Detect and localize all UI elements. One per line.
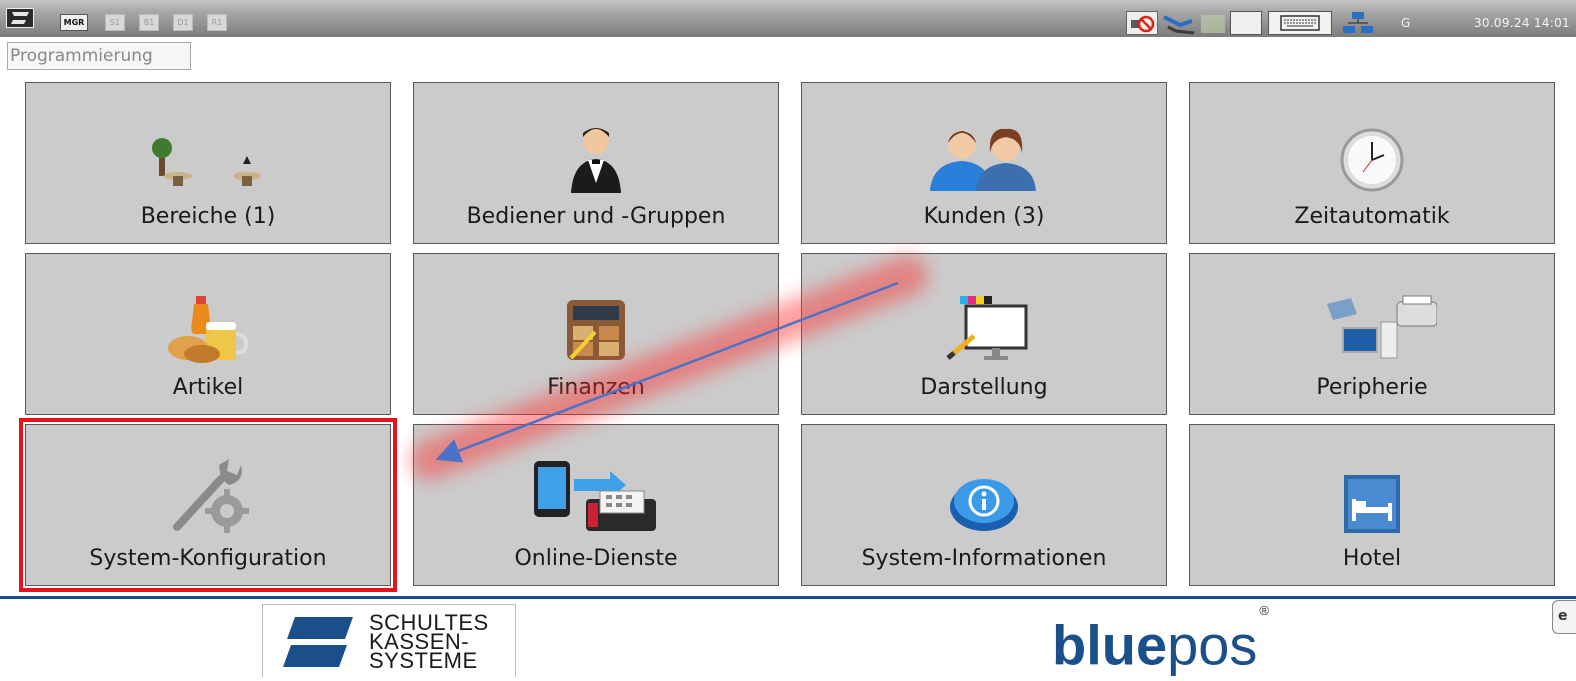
signal-icon: [1198, 11, 1228, 35]
tile-darstellung[interactable]: Darstellung: [801, 253, 1167, 415]
tile-zeitautomatik[interactable]: Zeitautomatik: [1189, 82, 1555, 244]
tile-label: Artikel: [172, 375, 244, 400]
tile-system-informationen[interactable]: System-Informationen: [801, 424, 1167, 586]
tile-hotel[interactable]: Hotel: [1189, 424, 1555, 586]
brand-bold: blue: [1052, 613, 1168, 677]
tile-kunden[interactable]: Kunden (3): [801, 82, 1167, 244]
registered-mark: ®: [1259, 603, 1270, 618]
status-bar: MGR S1 B1 D1 R1 G 30.09.24 14:01: [0, 0, 1576, 37]
phone-fax-icon: [414, 461, 778, 535]
date-time: 30.09.24 14:01: [1473, 16, 1570, 30]
svg-text:e: e: [1558, 608, 1568, 624]
tile-artikel[interactable]: Artikel: [25, 253, 391, 415]
display-icon: [802, 294, 1166, 364]
tile-label: Zeitautomatik: [1294, 204, 1450, 229]
tile-label: Darstellung: [920, 375, 1048, 400]
company-line-3: SYSTEME: [369, 648, 478, 673]
wrench-gear-icon: [26, 459, 390, 535]
tile-label: Online-Dienste: [514, 546, 678, 571]
food-drink-icon: [26, 294, 390, 364]
tile-bediener[interactable]: Bediener und -Gruppen: [413, 82, 779, 244]
calculator-icon: [414, 294, 778, 364]
mode-button-s1[interactable]: S1: [105, 14, 125, 31]
network-cable-icon[interactable]: [1162, 11, 1196, 35]
bed-icon: [1190, 465, 1554, 535]
no-sound-icon[interactable]: [1126, 11, 1158, 35]
tile-label: System-Konfiguration: [89, 546, 327, 571]
tile-peripherie[interactable]: Peripherie: [1189, 253, 1555, 415]
tile-label: System-Informationen: [861, 546, 1107, 571]
tile-label: Hotel: [1342, 546, 1402, 571]
clock-icon: [1190, 123, 1554, 193]
mode-button-mgr[interactable]: MGR: [60, 14, 88, 31]
tile-label: Finanzen: [547, 375, 645, 400]
schultes-logo: SCHULTES KASSEN- SYSTEME: [262, 604, 516, 677]
customers-icon: [802, 123, 1166, 193]
bluepos-logo: bluepos®: [1052, 603, 1270, 681]
brand-light: pos: [1167, 613, 1258, 677]
mode-button-b1[interactable]: B1: [139, 14, 159, 31]
mode-button-d1[interactable]: D1: [173, 14, 193, 31]
tables-icon: [26, 123, 390, 193]
page-title: Programmierung: [7, 42, 191, 70]
tile-label: Peripherie: [1316, 375, 1428, 400]
mode-button-r1[interactable]: R1: [207, 14, 227, 31]
side-panel-toggle[interactable]: e: [1552, 600, 1576, 634]
tile-label: Bediener und -Gruppen: [466, 204, 726, 229]
network-status-label: G: [1401, 16, 1411, 30]
footer-divider: [0, 596, 1576, 599]
tile-system-konfiguration[interactable]: System-Konfiguration: [19, 418, 397, 592]
message-icon[interactable]: [1230, 11, 1262, 35]
info-icon: [802, 465, 1166, 535]
keyboard-icon[interactable]: [1268, 11, 1332, 35]
tile-label: Bereiche (1): [140, 204, 276, 229]
tile-online-dienste[interactable]: Online-Dienste: [413, 424, 779, 586]
app-logo-icon[interactable]: [6, 8, 34, 28]
waiter-icon: [414, 123, 778, 193]
tile-finanzen[interactable]: Finanzen: [413, 253, 779, 415]
peripherals-icon: [1190, 294, 1554, 364]
tile-label: Kunden (3): [923, 204, 1045, 229]
tile-bereiche[interactable]: Bereiche (1): [25, 82, 391, 244]
network-tree-icon[interactable]: [1342, 11, 1374, 35]
